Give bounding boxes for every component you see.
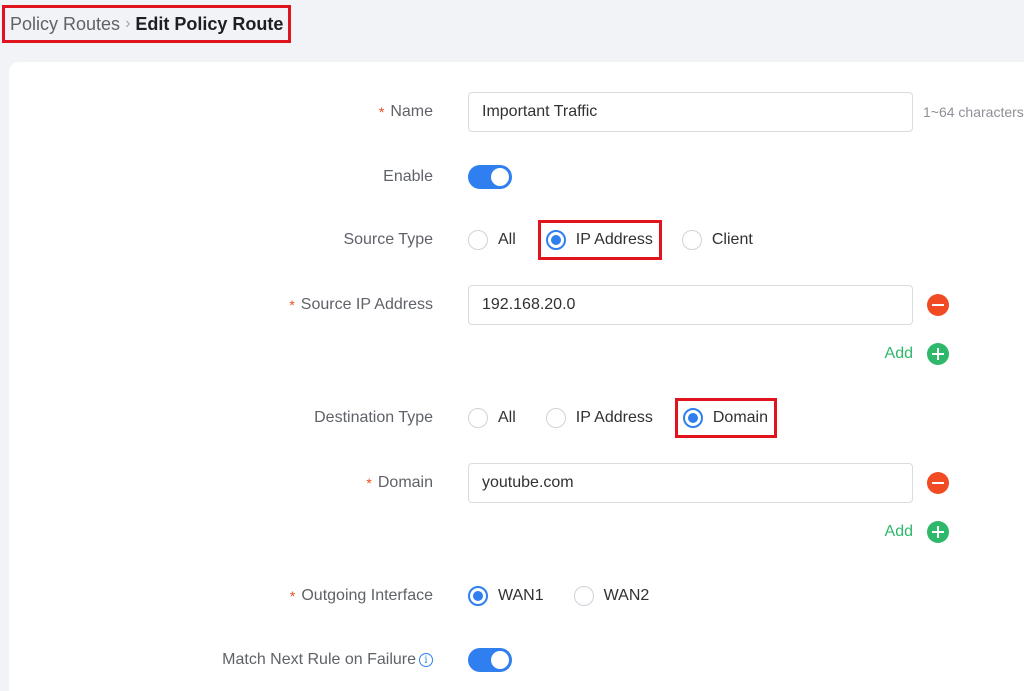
- outgoing-interface-radio-group: WAN1 WAN2: [468, 576, 679, 616]
- radio-circle: [681, 230, 702, 250]
- radio-circle-checked: [545, 230, 566, 250]
- destination-type-row: Destination Type All IP Address Domain: [9, 398, 1024, 438]
- destination-type-domain-radio[interactable]: Domain: [674, 398, 778, 438]
- radio-circle-checked: [682, 408, 703, 428]
- outgoing-interface-row: * Outgoing Interface WAN1 WAN2: [9, 576, 1024, 616]
- required-marker: *: [366, 475, 372, 491]
- destination-type-ip-address-radio[interactable]: IP Address: [545, 408, 653, 428]
- match-next-rule-toggle[interactable]: [468, 648, 512, 672]
- source-type-label: Source Type: [343, 231, 433, 248]
- domain-add-row: Add: [9, 520, 1024, 544]
- source-ip-row: * Source IP Address: [9, 285, 1024, 325]
- add-source-ip-icon[interactable]: [927, 343, 949, 365]
- source-type-all-radio[interactable]: All: [468, 230, 516, 250]
- destination-type-label: Destination Type: [314, 409, 433, 426]
- breadcrumb-separator-icon: ›: [125, 15, 131, 32]
- radio-circle: [468, 408, 488, 428]
- info-icon[interactable]: i: [419, 653, 433, 667]
- add-source-ip-link[interactable]: Add: [885, 342, 913, 366]
- source-type-ip-address-radio[interactable]: IP Address: [537, 220, 662, 260]
- source-type-radio-group: All IP Address Client: [468, 220, 783, 260]
- domain-row: * Domain: [9, 463, 1024, 503]
- source-ip-add-row: Add: [9, 342, 1024, 366]
- remove-source-ip-icon[interactable]: [927, 294, 949, 316]
- enable-toggle-knob: [491, 168, 509, 186]
- required-marker: *: [289, 588, 296, 604]
- source-ip-input[interactable]: [468, 285, 913, 325]
- enable-row: Enable: [9, 157, 1024, 197]
- source-ip-label: * Source IP Address: [289, 296, 433, 313]
- remove-domain-icon[interactable]: [927, 472, 949, 494]
- add-domain-icon[interactable]: [927, 521, 949, 543]
- enable-toggle[interactable]: [468, 165, 512, 189]
- domain-input[interactable]: [468, 463, 913, 503]
- name-hint: 1~64 characters: [923, 104, 1024, 120]
- outgoing-interface-wan2-radio[interactable]: WAN2: [573, 586, 649, 606]
- outgoing-interface-label: * Outgoing Interface: [289, 587, 433, 604]
- source-type-client-radio[interactable]: Client: [681, 230, 753, 250]
- required-marker: *: [289, 297, 295, 313]
- radio-circle-checked: [468, 586, 488, 606]
- source-type-row: Source Type All IP Address Client: [9, 220, 1024, 260]
- name-row: * Name 1~64 characters: [9, 92, 1024, 132]
- name-input[interactable]: [468, 92, 913, 132]
- destination-type-radio-group: All IP Address Domain: [468, 398, 797, 438]
- enable-label: Enable: [383, 168, 433, 185]
- page-title: Edit Policy Route: [135, 13, 284, 34]
- policy-route-form: * Name 1~64 characters Enable Source Typ…: [9, 62, 1024, 691]
- add-domain-link[interactable]: Add: [885, 520, 913, 544]
- breadcrumb: Policy Routes › Edit Policy Route: [2, 5, 292, 43]
- radio-circle: [468, 230, 488, 250]
- radio-circle: [573, 586, 594, 606]
- outgoing-interface-wan1-radio[interactable]: WAN1: [468, 586, 544, 606]
- match-next-rule-label: Match Next Rule on Failure i: [222, 640, 433, 680]
- match-next-rule-toggle-knob: [491, 651, 509, 669]
- breadcrumb-policy-routes-link[interactable]: Policy Routes: [10, 14, 120, 35]
- radio-circle: [545, 408, 566, 428]
- destination-type-all-radio[interactable]: All: [468, 408, 516, 428]
- domain-label: * Domain: [366, 474, 433, 491]
- match-next-rule-row: Match Next Rule on Failure i: [9, 640, 1024, 680]
- name-label: * Name: [378, 103, 433, 120]
- required-marker: *: [378, 104, 385, 120]
